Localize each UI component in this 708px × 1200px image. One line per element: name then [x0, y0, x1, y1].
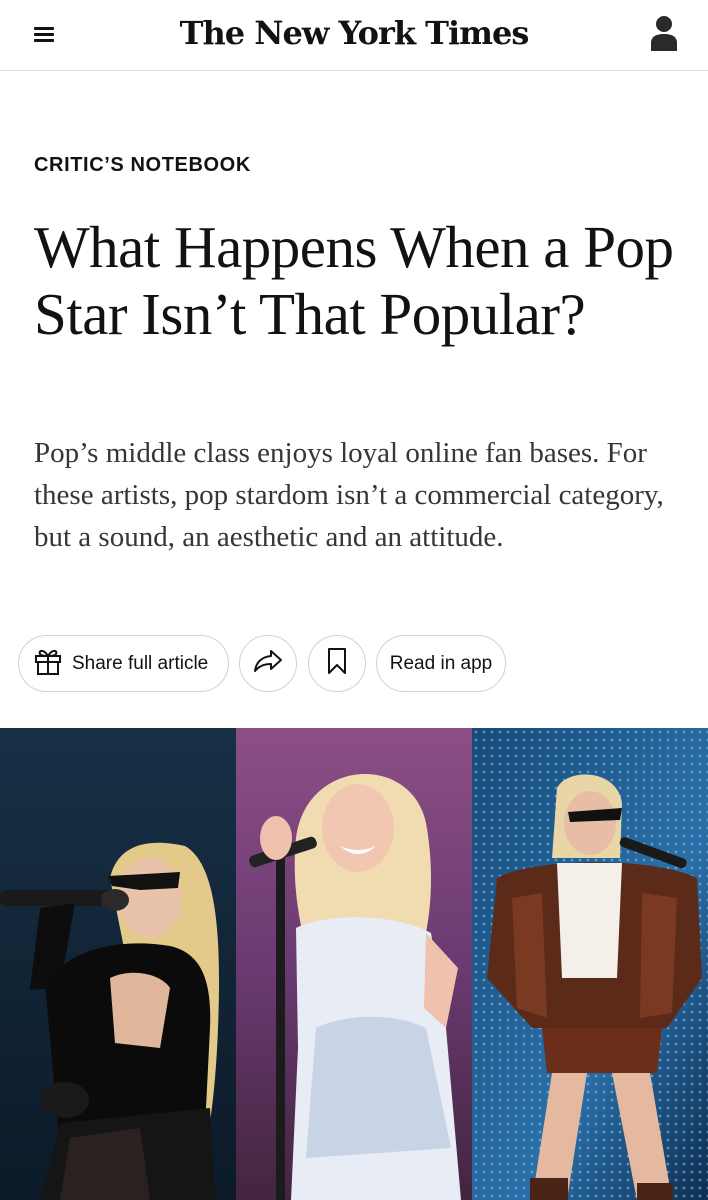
share-full-article-label: Share full article [72, 652, 209, 674]
share-full-article-button[interactable]: Share full article [18, 635, 229, 692]
share-arrow-icon [253, 648, 283, 680]
read-in-app-label: Read in app [389, 652, 493, 674]
photo-panel-right [472, 728, 708, 1200]
lead-photo [0, 728, 708, 1200]
save-bookmark-button[interactable] [308, 635, 366, 692]
bookmark-icon [326, 647, 348, 681]
hamburger-menu-icon[interactable] [30, 22, 60, 48]
article-actions: Share full article Read in app [18, 635, 708, 693]
user-account-icon[interactable] [648, 14, 680, 52]
kicker-label[interactable]: CRITIC’S NOTEBOOK [34, 154, 251, 177]
photo-panel-left [0, 728, 236, 1200]
top-bar: The New York Times [0, 0, 708, 71]
share-button[interactable] [239, 635, 297, 692]
read-in-app-button[interactable]: Read in app [376, 635, 506, 692]
gift-icon [33, 646, 63, 682]
article-headline: What Happens When a Pop Star Isn’t That … [34, 214, 674, 347]
masthead-logo[interactable]: The New York Times [140, 9, 568, 57]
article-summary: Pop’s middle class enjoys loyal online f… [34, 437, 664, 553]
photo-panel-middle [236, 728, 472, 1200]
